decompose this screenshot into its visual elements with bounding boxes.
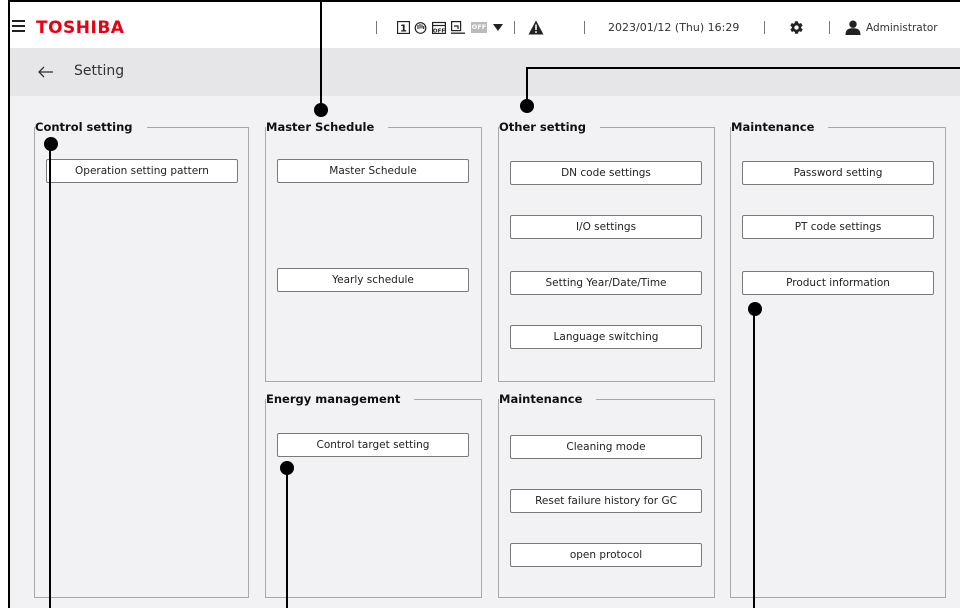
header-separator [829, 21, 830, 34]
back-arrow-icon[interactable] [38, 66, 54, 78]
header-separator [514, 21, 515, 34]
menu-icon[interactable] [12, 19, 26, 33]
app-header: TOSHIBA 1 OFF OFF 2023/01/12 (Thu) 16:29… [0, 8, 960, 48]
control-setting-title: Control setting [35, 119, 147, 135]
svg-text:OFF: OFF [433, 29, 445, 35]
header-separator [764, 21, 765, 34]
header-separator [376, 21, 377, 34]
timer-off-icon [451, 21, 465, 34]
callout-dot [44, 137, 58, 151]
maintenance-panel-right: Maintenance Password setting PT code set… [730, 119, 946, 598]
operation-setting-pattern-button[interactable]: Operation setting pattern [46, 159, 238, 183]
cleaning-mode-button[interactable]: Cleaning mode [510, 435, 702, 459]
page-title: Setting [74, 63, 125, 79]
language-switching-button[interactable]: Language switching [510, 325, 702, 349]
dropdown-icon[interactable] [493, 24, 503, 32]
callout-line [526, 67, 960, 69]
svg-text:1: 1 [400, 24, 407, 35]
callout-line [753, 309, 755, 608]
callout-line [286, 468, 288, 608]
maintenance-lower-title: Maintenance [499, 391, 597, 407]
page-title-bar: Setting [8, 48, 960, 96]
energy-management-panel: Energy management Control target setting [265, 391, 482, 598]
maintenance-panel-lower: Maintenance Cleaning mode Reset failure … [498, 391, 715, 598]
callout-line [49, 144, 51, 608]
master-schedule-button[interactable]: Master Schedule [277, 159, 469, 183]
io-settings-button[interactable]: I/O settings [510, 215, 702, 239]
callout-dot [520, 99, 534, 113]
pt-code-settings-button[interactable]: PT code settings [742, 215, 934, 239]
energy-management-title: Energy management [266, 391, 415, 407]
setting-year-date-time-button[interactable]: Setting Year/Date/Time [510, 271, 702, 295]
gear-icon[interactable] [789, 20, 804, 35]
master-schedule-panel: Master Schedule Master Schedule Yearly s… [265, 119, 482, 382]
product-information-button[interactable]: Product information [742, 271, 934, 295]
control-setting-panel: Control setting Operation setting patter… [34, 119, 249, 598]
password-setting-button[interactable]: Password setting [742, 161, 934, 185]
control-target-setting-button[interactable]: Control target setting [277, 433, 469, 457]
alert-icon[interactable] [528, 20, 544, 35]
datetime-display: 2023/01/12 (Thu) 16:29 [608, 21, 740, 34]
hand-icon [414, 22, 427, 34]
header-separator [584, 21, 585, 34]
user-name[interactable]: Administrator [866, 22, 938, 34]
schedule-1-icon: 1 [397, 21, 410, 34]
calendar-off-icon: OFF [432, 21, 446, 34]
maintenance-right-title: Maintenance [731, 119, 829, 135]
off-badge-icon: OFF [471, 22, 487, 33]
callout-line [320, 0, 322, 108]
other-setting-title: Other setting [499, 119, 600, 135]
callout-dot [314, 103, 328, 117]
dn-code-settings-button[interactable]: DN code settings [510, 161, 702, 185]
other-setting-panel: Other setting DN code settings I/O setti… [498, 119, 715, 382]
callout-dot [748, 302, 762, 316]
open-protocol-button[interactable]: open protocol [510, 543, 702, 567]
master-schedule-title: Master Schedule [266, 119, 389, 135]
settings-content: Control setting Operation setting patter… [8, 96, 960, 608]
reset-failure-history-button[interactable]: Reset failure history for GC [510, 489, 702, 513]
screen: TOSHIBA 1 OFF OFF 2023/01/12 (Thu) 16:29… [0, 0, 960, 608]
yearly-schedule-button[interactable]: Yearly schedule [277, 268, 469, 292]
brand-logo: TOSHIBA [36, 18, 125, 38]
user-icon [845, 20, 861, 35]
